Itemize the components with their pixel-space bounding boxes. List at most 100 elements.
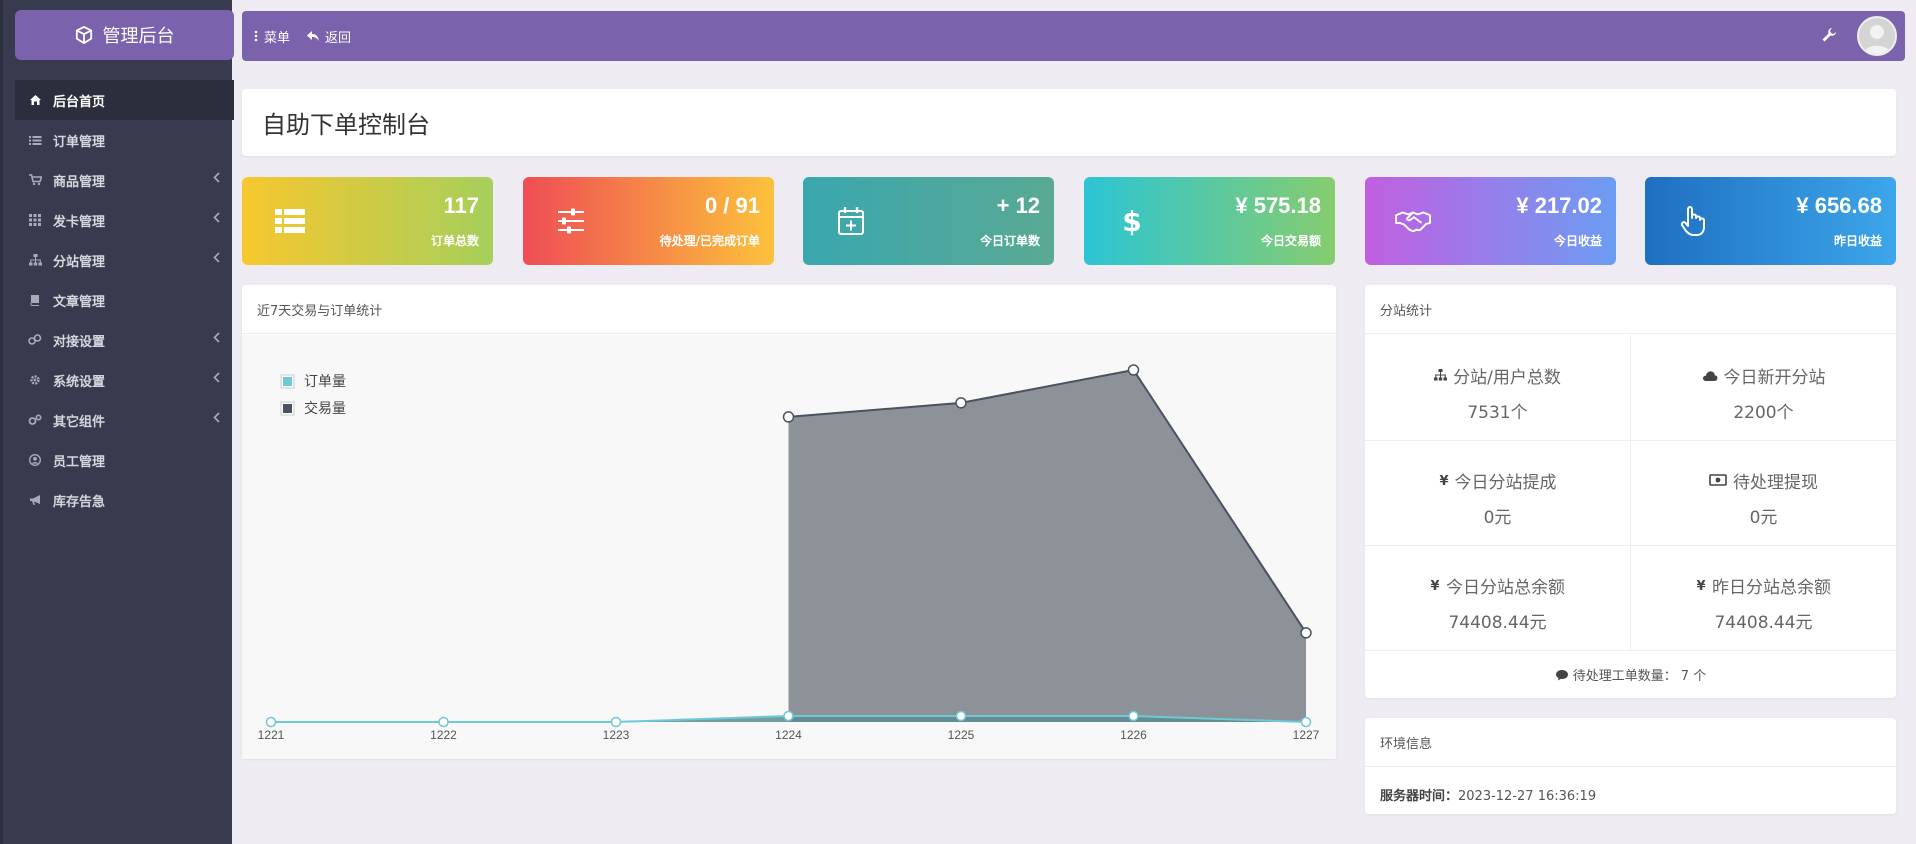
sidebar-item-label: 其它组件 [53,414,106,430]
book-icon [27,292,43,308]
series-point-trade[interactable] [1127,364,1140,376]
svg-text:¥: ¥ [1439,474,1448,486]
avatar[interactable] [1857,16,1897,56]
x-tick-label: 1223 [603,728,630,742]
brand-button[interactable]: 管理后台 [15,10,234,60]
stat-label: 待处理/已完成订单 [659,234,760,248]
series-area-trade [788,370,1306,722]
sidebar-item-label: 商品管理 [53,174,106,190]
stat-card[interactable]: ¥ 217.02 今日收益 [1365,177,1616,265]
sidebar-item-label: 库存告急 [53,494,106,510]
legend-label[interactable]: 订单量 [304,374,346,390]
series-point-order[interactable] [1300,716,1312,728]
substation-stat-value: 74408.44元 [1714,613,1813,633]
server-time-label: 服务器时间： [1380,789,1459,804]
substation-stat-label: 昨日分站总余额 [1712,578,1831,598]
substation-stat: ¥ 今日分站提成 0元 [1365,440,1630,545]
divider [1365,650,1896,651]
x-tick-label: 1224 [775,728,802,742]
sidebar-item[interactable]: 其它组件 [15,400,234,440]
sidebar-item[interactable]: 商品管理 [15,160,234,200]
sidebar-item-label: 订单管理 [53,134,106,150]
topbar: 菜单 返回 [242,11,1905,61]
server-time-row: 服务器时间：2023-12-27 16:36:19 [1365,767,1896,822]
bullhorn-icon [27,492,43,508]
svg-text:¥: ¥ [1430,579,1439,591]
substation-stat: ¥ 昨日分站总余额 74408.44元 [1631,545,1896,650]
series-point-order[interactable] [438,716,449,728]
table-icon [272,203,308,239]
chart-panel: 近7天交易与订单统计 1221 1222 1223 1224 1225 1226 1227 订… [242,285,1336,759]
sidebar-item[interactable]: 文章管理 [15,280,234,320]
chevron-left-icon [213,372,220,387]
dollar-icon: $ [1114,203,1150,239]
x-tick-label: 1225 [948,728,975,742]
sidebar-item-label: 后台首页 [53,94,106,110]
brand-title: 管理后台 [102,26,175,47]
money-icon [1709,471,1727,491]
chart-body: 1221 1222 1223 1224 1225 1226 1227 订单量 交易量 [242,335,1336,759]
series-point-trade[interactable] [1300,627,1312,639]
chevron-left-icon [213,212,220,227]
menu-button[interactable]: 菜单 [254,27,290,46]
list-icon [27,132,43,148]
hand-pointer-icon [1675,203,1711,239]
stat-card[interactable]: + 12 今日订单数 [803,177,1054,265]
sidebar-item[interactable]: 库存告急 [15,480,234,520]
series-point-order[interactable] [783,710,794,722]
legend-label[interactable]: 交易量 [304,400,346,417]
user-avatar-icon [1859,18,1895,54]
pending-ticket-row[interactable]: 待处理工单数量： 7 个 [1365,665,1896,684]
substation-stat: ¥ 今日分站总余额 74408.44元 [1365,545,1630,650]
trade-order-chart: 1221 1222 1223 1224 1225 1226 1227 订单量交易量 [258,364,1320,742]
cube-icon [75,26,92,44]
substation-stat-value: 74408.44元 [1448,613,1547,633]
sliders-icon [553,203,589,239]
series-point-trade[interactable] [955,397,967,409]
sidebar-item[interactable]: 发卡管理 [15,200,234,240]
environment-panel: 环境信息 服务器时间：2023-12-27 16:36:19 [1365,718,1896,814]
environment-panel-title: 环境信息 [1365,718,1896,767]
sidebar-item[interactable]: 员工管理 [15,440,234,480]
page-title: 自助下单控制台 [262,111,430,139]
yen-icon: ¥ [1430,576,1440,596]
stat-card[interactable]: ¥ 656.68 昨日收益 [1645,177,1896,265]
stat-card[interactable]: 117 订单总数 [242,177,493,265]
ellipsis-vertical-icon [254,30,258,42]
sidebar-item-label: 员工管理 [53,454,106,470]
stat-label: 今日交易额 [1260,234,1321,248]
substation-panel-title: 分站统计 [1365,285,1896,334]
cloud-icon [1702,366,1718,386]
substation-stat-value: 7531个 [1467,403,1528,423]
stat-card[interactable]: $ ¥ 575.18 今日交易额 [1084,177,1335,265]
chevron-left-icon [213,172,220,187]
stat-value: ¥ 217.02 [1516,193,1602,218]
grid-icon [27,212,43,228]
series-point-trade[interactable] [782,411,795,423]
sidebar-item[interactable]: 对接设置 [15,320,234,360]
sidebar-item[interactable]: 分站管理 [15,240,234,280]
series-point-order[interactable] [955,710,967,722]
stat-card[interactable]: 0 / 91 待处理/已完成订单 [523,177,774,265]
divider [1365,440,1896,441]
substation-stat-label: 今日新开分站 [1723,368,1826,388]
substation-stat: 分站/用户总数 7531个 [1365,335,1630,440]
back-button[interactable]: 返回 [306,27,351,46]
series-point-order[interactable] [610,716,622,728]
home-icon [27,92,43,108]
calendar-plus-icon [833,203,869,239]
series-point-order[interactable] [265,716,277,728]
wrench-icon[interactable] [1821,27,1837,43]
chevron-left-icon [213,412,220,427]
gear-icon [27,372,43,388]
back-label: 返回 [325,30,352,46]
substation-stat-value: 2200个 [1733,403,1794,423]
stat-label: 订单总数 [430,234,479,248]
substation-stat-label: 分站/用户总数 [1453,368,1561,388]
sidebar-item[interactable]: 系统设置 [15,360,234,400]
stat-label: 今日订单数 [979,234,1040,248]
series-point-order[interactable] [1128,710,1139,722]
svg-text:¥: ¥ [1696,579,1705,591]
sidebar-item[interactable]: 订单管理 [15,120,234,160]
sidebar-item[interactable]: 后台首页 [15,80,234,120]
